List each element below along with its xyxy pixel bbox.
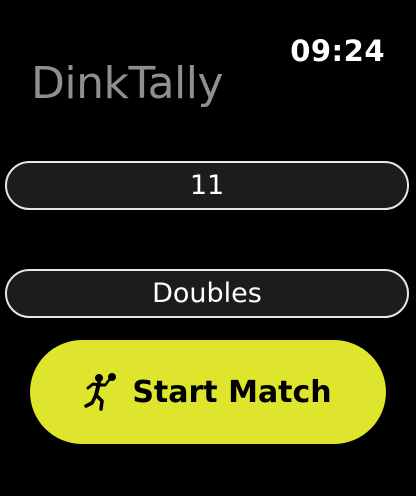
mode-picker-value: Doubles	[152, 278, 262, 309]
points-picker[interactable]: 11	[5, 161, 409, 210]
start-match-button[interactable]: Start Match	[30, 340, 386, 444]
running-player-icon	[84, 372, 118, 412]
start-match-label: Start Match	[132, 374, 332, 410]
clock-time: 09:24	[290, 34, 385, 68]
app-title: DinkTally	[31, 58, 224, 109]
mode-picker[interactable]: Doubles	[5, 269, 409, 318]
points-picker-value: 11	[189, 170, 225, 201]
